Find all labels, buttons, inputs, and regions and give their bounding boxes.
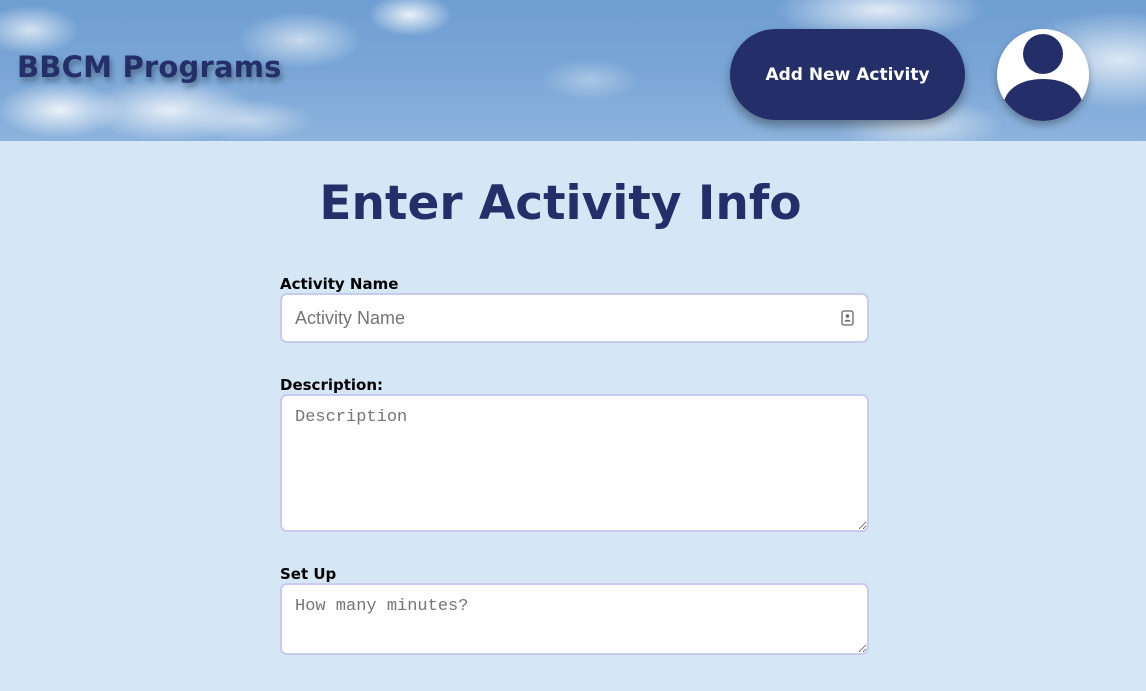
description-label: Description:: [280, 376, 384, 394]
header-banner: BBCM Programs Add New Activity: [0, 0, 1146, 141]
add-new-activity-button[interactable]: Add New Activity: [730, 29, 965, 120]
brand-title[interactable]: BBCM Programs: [17, 50, 282, 84]
user-silhouette-icon: [997, 29, 1089, 121]
set-up-minutes-textarea[interactable]: [280, 583, 869, 655]
contact-card-icon[interactable]: [841, 310, 854, 326]
profile-avatar[interactable]: [997, 29, 1089, 121]
set-up-label: Set Up: [280, 565, 337, 583]
page-title: Enter Activity Info: [319, 176, 802, 231]
activity-name-label: Activity Name: [280, 275, 399, 293]
activity-name-input[interactable]: [280, 293, 869, 343]
description-textarea[interactable]: [280, 394, 869, 532]
